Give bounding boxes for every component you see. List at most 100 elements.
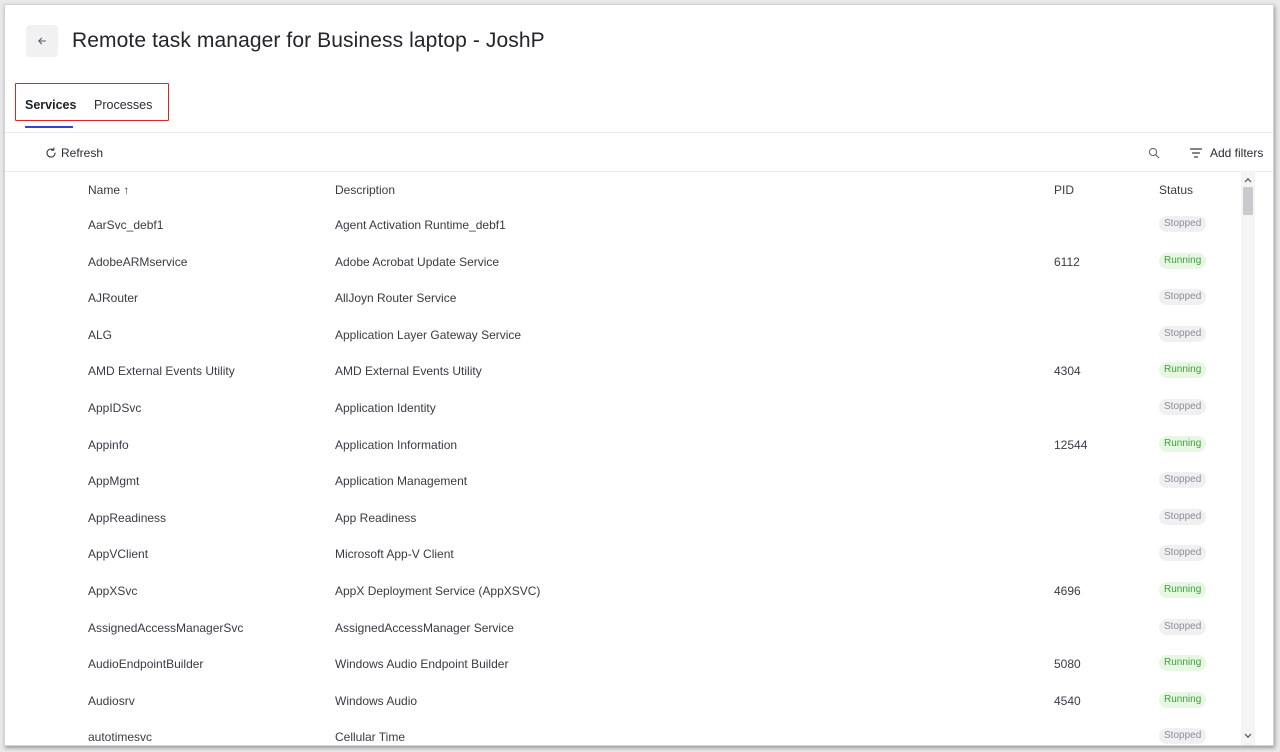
service-description: App Readiness	[335, 510, 417, 525]
service-status-cell: Running	[1159, 435, 1207, 452]
filter-icon	[1190, 148, 1202, 158]
page-title: Remote task manager for Business laptop …	[72, 29, 545, 52]
column-header-name[interactable]: Name ↑	[88, 183, 129, 197]
tab-services[interactable]: Services	[25, 98, 76, 112]
column-header-pid[interactable]: PID	[1054, 183, 1074, 197]
service-name: AssignedAccessManagerSvc	[88, 620, 244, 635]
chevron-up-icon	[1244, 177, 1252, 183]
service-description: Windows Audio Endpoint Builder	[335, 657, 509, 672]
scroll-down-button[interactable]	[1241, 729, 1255, 743]
service-description: Application Management	[335, 474, 468, 489]
status-badge: Stopped	[1159, 472, 1207, 489]
service-name: AppVClient	[88, 547, 149, 562]
service-status-cell: Running	[1159, 691, 1207, 708]
service-pid: 12544	[1054, 437, 1088, 452]
service-status-cell: Running	[1159, 581, 1207, 598]
service-status-cell: Running	[1159, 361, 1207, 379]
table-row[interactable]: autotimesvc Cellular Time Stopped	[5, 718, 1241, 745]
table-row[interactable]: AarSvc_debf1 Agent Activation Runtime_deb…	[5, 206, 1241, 243]
service-pid: 4540	[1054, 693, 1081, 708]
add-filters-button[interactable]: Add filters	[1190, 146, 1263, 160]
table-row[interactable]: AppVClient Microsoft App-V Client Stopped	[5, 535, 1241, 572]
table-row[interactable]: AJRouter AllJoyn Router Service Stopped	[5, 279, 1241, 316]
table-row[interactable]: AppXSvc AppX Deployment Service (AppXSVC)…	[5, 572, 1241, 609]
scroll-up-button[interactable]	[1241, 173, 1255, 187]
column-header-description[interactable]: Description	[335, 183, 395, 197]
service-name: AppIDSvc	[88, 400, 142, 415]
service-description: Adobe Acrobat Update Service	[335, 254, 500, 269]
table-header: Name ↑ Description PID Status	[5, 171, 1241, 207]
chevron-down-icon	[1244, 733, 1252, 739]
service-description: Application Identity	[335, 400, 436, 415]
service-description: AllJoyn Router Service	[335, 291, 457, 306]
service-status-cell: Running	[1159, 654, 1207, 672]
status-badge: Stopped	[1159, 398, 1207, 415]
status-badge: Running	[1159, 362, 1207, 379]
status-badge: Running	[1159, 655, 1207, 672]
table-body: AarSvc_debf1 Agent Activation Runtime_deb…	[5, 206, 1241, 745]
service-status-cell: Stopped	[1159, 398, 1207, 415]
status-badge: Running	[1159, 581, 1207, 598]
table-row[interactable]: AppReadiness App Readiness Stopped	[5, 499, 1241, 536]
table-row[interactable]: Appinfo Application Information 12544 Runni…	[5, 426, 1241, 463]
status-badge: Stopped	[1159, 545, 1207, 562]
service-name: AMD External Events Utility	[88, 364, 235, 379]
service-description: Cellular Time	[335, 730, 406, 745]
service-status-cell: Stopped	[1159, 508, 1207, 525]
search-button[interactable]	[1148, 146, 1162, 160]
service-status-cell: Stopped	[1159, 325, 1207, 342]
service-description: Application Information	[335, 437, 458, 452]
service-description: Application Layer Gateway Service	[335, 327, 522, 342]
service-description: AssignedAccessManager Service	[335, 620, 514, 635]
back-button[interactable]	[26, 25, 58, 57]
table-row[interactable]: ALG Application Layer Gateway Service Stop…	[5, 316, 1241, 353]
table-row[interactable]: AppIDSvc Application Identity Stopped	[5, 389, 1241, 426]
add-filters-label: Add filters	[1210, 146, 1264, 160]
service-name: AdobeARMservice	[88, 254, 188, 269]
service-status-cell: Stopped	[1159, 618, 1207, 635]
service-name: ALG	[88, 327, 113, 342]
table-row[interactable]: AMD External Events Utility AMD External …	[5, 352, 1241, 389]
scroll-thumb[interactable]	[1243, 187, 1253, 215]
status-badge: Running	[1159, 691, 1207, 708]
table-row[interactable]: AudioEndpointBuilder Windows Audio Endpoi…	[5, 645, 1241, 682]
service-description: Agent Activation Runtime_debf1	[335, 218, 506, 232]
status-badge: Stopped	[1159, 618, 1207, 635]
table-row[interactable]: Audiosrv Windows Audio 4540 Running	[5, 682, 1241, 719]
service-name: AarSvc_debf1	[88, 218, 164, 232]
column-header-status[interactable]: Status	[1159, 183, 1193, 197]
service-name: AudioEndpointBuilder	[88, 657, 204, 672]
service-description: AMD External Events Utility	[335, 364, 482, 379]
service-name: AJRouter	[88, 291, 139, 306]
service-pid: 5080	[1054, 657, 1081, 672]
status-badge: Stopped	[1159, 728, 1207, 745]
service-status-cell: Stopped	[1159, 544, 1207, 562]
tab-processes[interactable]: Processes	[94, 98, 152, 112]
vertical-scrollbar[interactable]	[1241, 171, 1255, 745]
toolbar: Refresh Add filters	[5, 133, 1273, 171]
task-manager-window: Remote task manager for Business laptop …	[4, 4, 1274, 746]
search-icon	[1148, 147, 1160, 159]
refresh-label: Refresh	[61, 146, 104, 160]
service-status-cell: Stopped	[1159, 727, 1207, 745]
service-status-cell: Stopped	[1159, 288, 1207, 306]
table-row[interactable]: AssignedAccessManagerSvc AssignedAccessMa…	[5, 609, 1241, 646]
table-row[interactable]: AdobeARMservice Adobe Acrobat Update Serv…	[5, 243, 1241, 280]
arrow-left-icon	[38, 37, 47, 45]
service-status-cell: Stopped	[1159, 471, 1207, 489]
service-description: Microsoft App-V Client	[335, 547, 454, 562]
service-name: Audiosrv	[88, 693, 135, 708]
refresh-icon	[46, 147, 56, 158]
service-name: AppReadiness	[88, 510, 167, 525]
service-pid: 4696	[1054, 583, 1081, 598]
service-pid: 4304	[1054, 364, 1081, 379]
service-status-cell: Running	[1159, 252, 1207, 269]
status-badge: Stopped	[1159, 508, 1207, 525]
status-badge: Stopped	[1159, 216, 1207, 232]
services-table: Name ↑ Description PID Status AarSvc_deb…	[5, 171, 1241, 745]
refresh-button[interactable]: Refresh	[45, 146, 103, 160]
service-description: AppX Deployment Service (AppXSVC)	[335, 583, 541, 598]
service-pid: 6112	[1054, 254, 1080, 269]
table-row[interactable]: AppMgmt Application Management Stopped	[5, 462, 1241, 499]
service-description: Windows Audio	[335, 693, 418, 708]
